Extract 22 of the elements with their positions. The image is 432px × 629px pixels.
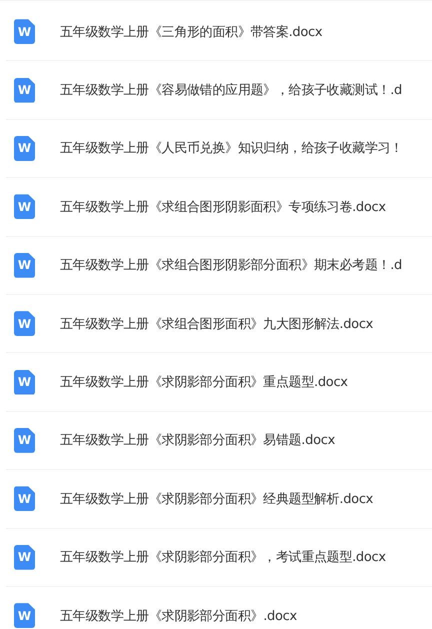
file-name[interactable]: 五年级数学上册《求阴影部分面积》重点题型.docx bbox=[60, 373, 348, 392]
file-name[interactable]: 五年级数学上册《求阴影部分面积》经典题型解析.docx bbox=[60, 490, 374, 508]
word-file-icon: W bbox=[14, 252, 35, 278]
file-name[interactable]: 五年级数学上册《容易做错的应用题》，给孩子收藏测试！.d bbox=[60, 81, 402, 100]
file-name[interactable]: 五年级数学上册《求阴影部分面积》，考试重点题型.docx bbox=[60, 548, 386, 566]
file-name[interactable]: 五年级数学上册《三角形的面积》带答案.docx bbox=[60, 22, 322, 41]
word-file-icon: W bbox=[14, 194, 35, 220]
word-file-icon: W bbox=[14, 78, 35, 103]
word-file-icon: W bbox=[14, 311, 35, 336]
file-name[interactable]: 五年级数学上册《求组合图形面积》九大图形解法.docx bbox=[60, 314, 374, 333]
file-name[interactable]: 五年级数学上册《求阴影部分面积》易错题.docx bbox=[60, 431, 335, 450]
word-file-icon: W bbox=[14, 370, 35, 395]
word-file-icon: W bbox=[14, 603, 35, 628]
word-file-icon: W bbox=[14, 544, 35, 570]
file-name[interactable]: 五年级数学上册《人民币兑换》知识归纳，给孩子收藏学习！ bbox=[60, 139, 403, 158]
file-name[interactable]: 五年级数学上册《求阴影部分面积》.docx bbox=[60, 606, 297, 625]
word-file-icon: W bbox=[14, 486, 35, 512]
word-file-icon: W bbox=[14, 19, 35, 44]
file-name[interactable]: 五年级数学上册《求组合图形阴影部分面积》期末必考题！.d bbox=[60, 256, 402, 274]
word-file-icon: W bbox=[14, 136, 35, 161]
file-name[interactable]: 五年级数学上册《求组合图形阴影面积》专项练习卷.docx bbox=[60, 198, 386, 216]
word-file-icon: W bbox=[14, 428, 35, 453]
